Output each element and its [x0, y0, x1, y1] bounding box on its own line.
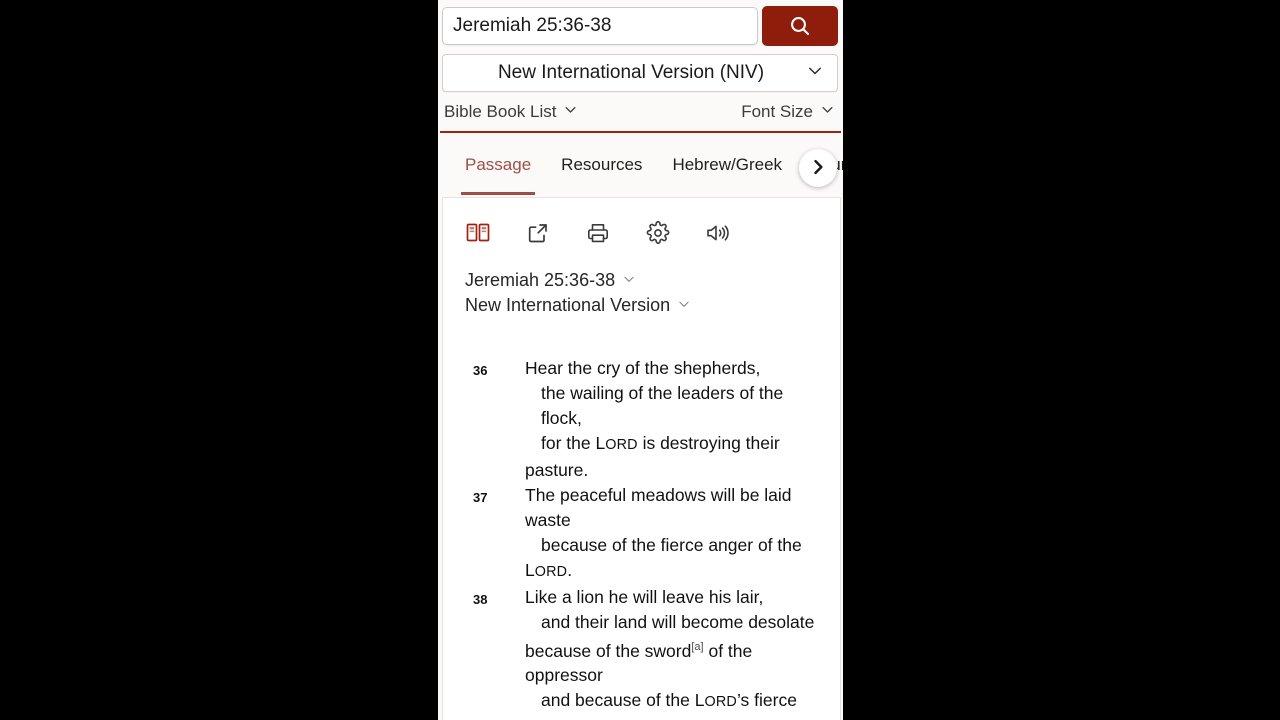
version-selector-wrap: New International Version (NIV)	[442, 54, 838, 92]
font-size-label: Font Size	[741, 102, 813, 121]
verse-line: pasture.	[525, 458, 826, 483]
divine-name-smallcaps: LORD	[595, 432, 638, 453]
verse-line: for the LORD is destroying their	[525, 431, 826, 458]
search-button[interactable]	[762, 6, 838, 46]
verse-number: 37	[473, 489, 488, 505]
parallel-view-icon[interactable]	[465, 220, 491, 246]
verse-line-text: because of the sword	[525, 640, 692, 661]
chevron-down-icon	[677, 293, 691, 318]
chevron-down-icon	[820, 102, 835, 122]
bible-book-list-label: Bible Book List	[444, 102, 557, 121]
screenshot-viewport: New International Version (NIV) Bible Bo…	[0, 0, 1280, 720]
verse-line-text: pasture.	[525, 459, 589, 480]
verse-line-text: Like a lion he will leave his lair,	[525, 586, 764, 607]
verse: 36 Hear the cry of the shepherds, the wail…	[465, 356, 826, 483]
verse-line-text: for the	[541, 432, 596, 453]
verse-line-text: and their land will become desolate	[541, 611, 815, 632]
verse-line: the wailing of the leaders of the flock,	[525, 381, 826, 431]
share-external-icon[interactable]	[525, 220, 551, 246]
verse: 37 The peaceful meadows will be laid wast…	[465, 483, 826, 585]
divine-name-smallcaps: LORD	[694, 690, 737, 711]
verse-line-text: ’s fierce	[736, 690, 797, 711]
verse-line: Hear the cry of the shepherds,	[525, 356, 826, 381]
divine-name-smallcaps: LORD	[525, 559, 568, 580]
version-select-value: New International Version (NIV)	[497, 62, 765, 83]
verse-line: The peaceful meadows will be laid waste	[525, 483, 826, 533]
verse: 38 Like a lion he will leave his lair, and…	[465, 585, 826, 720]
search-input[interactable]	[442, 7, 758, 45]
chevron-down-icon	[563, 102, 578, 122]
sub-navigation: Bible Book List Font Size	[440, 92, 841, 133]
verse-line-text: The peaceful meadows will be laid waste	[525, 484, 797, 530]
chevron-right-icon	[808, 157, 828, 180]
passage-card: Jeremiah 25:36-38 New International Vers…	[442, 197, 841, 720]
passage-toolbar	[443, 198, 840, 262]
audio-speaker-icon[interactable]	[705, 220, 731, 246]
chevron-down-icon	[622, 268, 636, 293]
tab-hebrew-greek[interactable]: Hebrew/Greek	[657, 133, 797, 195]
settings-gear-icon[interactable]	[645, 220, 671, 246]
bible-book-list-button[interactable]: Bible Book List	[444, 102, 578, 122]
passage-reference: Jeremiah 25:36-38	[465, 270, 616, 290]
verse-line: and their land will become desolate	[525, 610, 826, 635]
verse-line: Like a lion he will leave his lair,	[525, 585, 826, 610]
verse-number: 36	[473, 362, 488, 378]
tab-resources[interactable]: Resources	[546, 133, 657, 195]
search-bar	[438, 0, 843, 46]
footnote-link[interactable]: [a]	[691, 641, 703, 653]
passage-version-selector[interactable]: New International Version	[465, 293, 691, 318]
verse-line-text: the wailing of the leaders of the flock,	[541, 382, 789, 428]
tab-passage[interactable]: Passage	[450, 133, 546, 195]
font-size-button[interactable]: Font Size	[741, 102, 835, 122]
print-icon[interactable]	[585, 220, 611, 246]
passage-version: New International Version	[465, 294, 671, 315]
verse-number: 38	[473, 591, 488, 607]
verse-line: and because of the LORD’s fierce	[525, 688, 826, 715]
search-icon	[788, 14, 812, 38]
passage-text: 36 Hear the cry of the shepherds, the wail…	[443, 318, 840, 720]
bible-gateway-app: New International Version (NIV) Bible Bo…	[438, 0, 843, 720]
tab-list: PassageResourcesHebrew/GreekYourContent	[438, 133, 843, 197]
verse-line-text: and because of the	[541, 690, 695, 711]
passage-reference-selector[interactable]: Jeremiah 25:36-38	[465, 268, 636, 293]
verse-line: LORD.	[525, 558, 826, 585]
verse-line: because of the sword[a] of the oppressor	[525, 635, 826, 689]
verse-line-text: Hear the cry of the shepherds,	[525, 357, 761, 378]
verse-line-text: .	[567, 559, 573, 580]
passage-heading: Jeremiah 25:36-38 New International Vers…	[443, 262, 840, 318]
version-select[interactable]: New International Version (NIV)	[442, 54, 838, 92]
verse-line: because of the fierce anger of the	[525, 533, 826, 558]
tab-scroll-next-button[interactable]	[799, 149, 837, 187]
verse-line: anger.	[525, 715, 826, 720]
tab-bar: PassageResourcesHebrew/GreekYourContent	[438, 133, 843, 197]
verse-line-text: because of the fierce anger of the	[541, 534, 802, 555]
verse-line-text: is destroying their	[637, 432, 780, 453]
